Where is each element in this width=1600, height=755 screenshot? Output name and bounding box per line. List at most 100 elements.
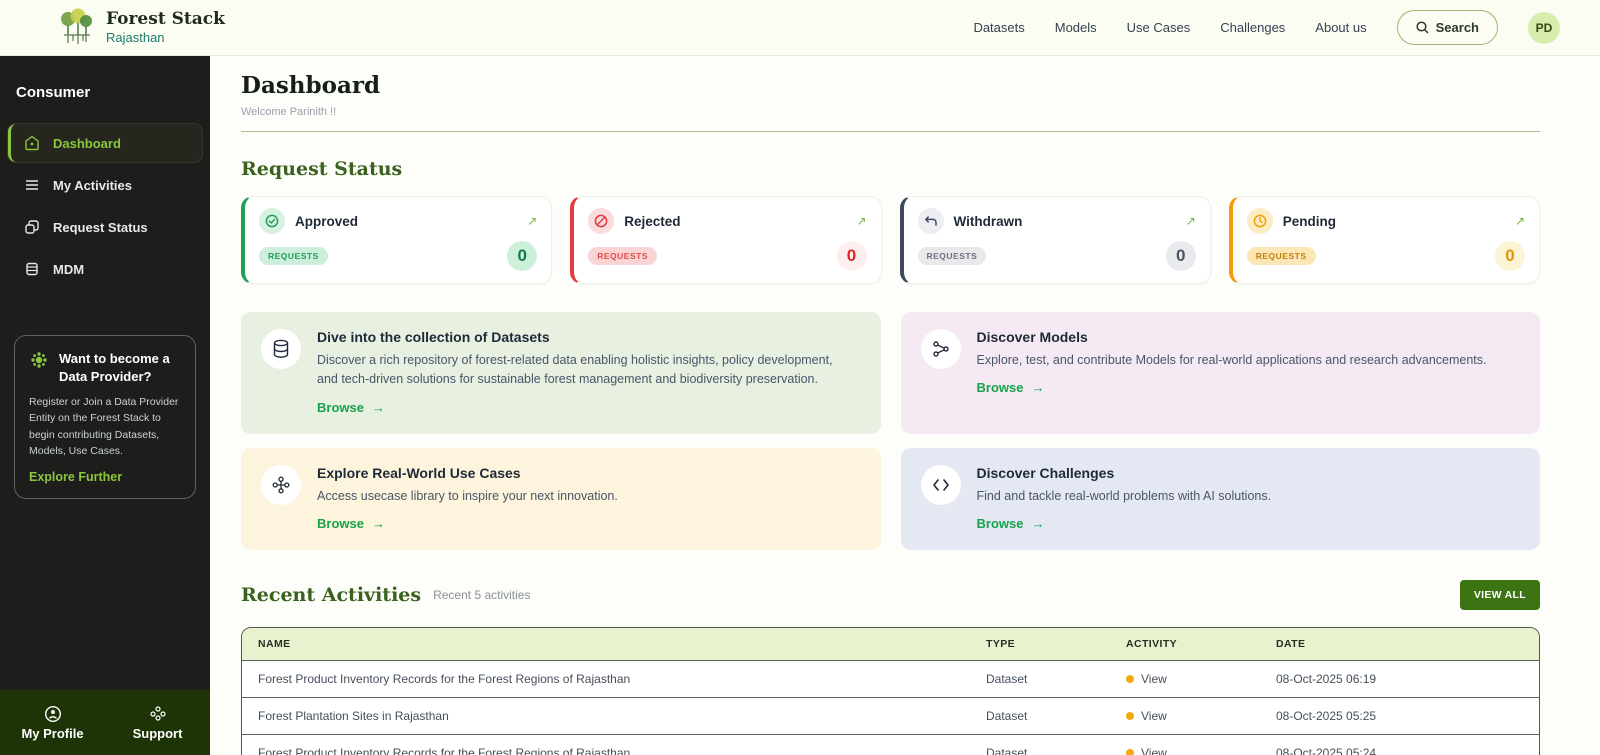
- explore-further-link[interactable]: Explore Further: [29, 470, 181, 484]
- code-brackets-icon: [921, 465, 961, 505]
- withdrawn-undo-icon: [918, 208, 944, 234]
- recent-activities-subheading: Recent 5 activities: [433, 588, 530, 602]
- status-card-rejected[interactable]: Rejected ↗ REQUESTS 0: [570, 196, 881, 284]
- activity-type: Dataset: [986, 735, 1126, 755]
- activity-cell: View: [1126, 735, 1276, 755]
- arrow-right-icon: →: [1031, 516, 1044, 531]
- browse-challenges-link[interactable]: Browse →: [977, 516, 1045, 531]
- my-profile-button[interactable]: My Profile: [0, 690, 105, 755]
- request-count: 0: [1166, 241, 1196, 271]
- requests-badge: REQUESTS: [1247, 247, 1316, 265]
- app-subtitle: Rajasthan: [106, 30, 225, 45]
- status-card-label: Approved: [295, 214, 358, 229]
- table-row[interactable]: Forest Product Inventory Records for the…: [242, 734, 1539, 755]
- activity-date: 08-Oct-2025 05:24: [1276, 735, 1523, 755]
- view-all-button[interactable]: VIEW ALL: [1460, 580, 1540, 610]
- table-row[interactable]: Forest Product Inventory Records for the…: [242, 660, 1539, 697]
- nav-challenges[interactable]: Challenges: [1220, 20, 1285, 35]
- nav-use-cases[interactable]: Use Cases: [1127, 20, 1191, 35]
- page-title: Dashboard: [241, 72, 1540, 99]
- activity-name: Forest Plantation Sites in Rajasthan: [258, 698, 986, 734]
- request-count: 0: [1495, 241, 1525, 271]
- status-card-pending[interactable]: Pending ↗ REQUESTS 0: [1229, 196, 1540, 284]
- activity-date: 08-Oct-2025 05:25: [1276, 698, 1523, 734]
- sidebar-footer: My Profile Support: [0, 690, 210, 755]
- my-profile-label: My Profile: [21, 726, 83, 741]
- sidebar: Consumer Dashboard My Activities Request…: [0, 56, 210, 755]
- datasets-database-icon: [261, 329, 301, 369]
- use-cases-card: Explore Real-World Use Cases Access usec…: [241, 448, 881, 550]
- browse-label: Browse: [977, 516, 1024, 531]
- status-card-approved[interactable]: Approved ↗ REQUESTS 0: [241, 196, 552, 284]
- challenges-card: Discover Challenges Find and tackle real…: [901, 448, 1541, 550]
- arrow-right-icon: →: [1031, 380, 1044, 395]
- search-icon: [1416, 21, 1429, 34]
- column-date: DATE: [1276, 628, 1523, 660]
- open-arrow-icon[interactable]: ↗: [856, 214, 866, 228]
- app-header: Forest Stack Rajasthan Datasets Models U…: [0, 0, 1600, 56]
- nav-datasets[interactable]: Datasets: [973, 20, 1024, 35]
- open-arrow-icon[interactable]: ↗: [527, 214, 537, 228]
- table-header-row: NAME TYPE ACTIVITY DATE: [242, 628, 1539, 660]
- feature-description: Explore, test, and contribute Models for…: [977, 351, 1487, 370]
- provider-card-body: Register or Join a Data Provider Entity …: [29, 394, 181, 459]
- activity-cell: View: [1126, 661, 1276, 697]
- search-label: Search: [1436, 20, 1479, 35]
- sidebar-item-label: MDM: [53, 262, 84, 277]
- status-card-withdrawn[interactable]: Withdrawn ↗ REQUESTS 0: [900, 196, 1211, 284]
- feature-description: Access usecase library to inspire your n…: [317, 487, 618, 506]
- main-content: Dashboard Welcome Parinith !! Request St…: [210, 56, 1600, 755]
- nav-models[interactable]: Models: [1055, 20, 1097, 35]
- sidebar-item-my-activities[interactable]: My Activities: [8, 166, 202, 204]
- requests-badge: REQUESTS: [259, 247, 328, 265]
- activity-status-dot: [1126, 749, 1134, 755]
- feature-title: Dive into the collection of Datasets: [317, 329, 837, 345]
- request-count: 0: [507, 241, 537, 271]
- search-button[interactable]: Search: [1397, 10, 1498, 45]
- sidebar-item-mdm[interactable]: MDM: [8, 250, 202, 288]
- table-row[interactable]: Forest Plantation Sites in Rajasthan Dat…: [242, 697, 1539, 734]
- browse-models-link[interactable]: Browse →: [977, 380, 1045, 395]
- app-title: Forest Stack: [106, 10, 225, 29]
- browse-datasets-link[interactable]: Browse →: [317, 400, 385, 415]
- status-card-label: Withdrawn: [954, 214, 1023, 229]
- nav-about-us[interactable]: About us: [1315, 20, 1366, 35]
- requests-badge: REQUESTS: [918, 247, 987, 265]
- activity-name: Forest Product Inventory Records for the…: [258, 661, 986, 697]
- models-card: Discover Models Explore, test, and contr…: [901, 312, 1541, 434]
- list-icon: [23, 176, 41, 194]
- forest-trees-logo-icon: [56, 7, 96, 49]
- open-arrow-icon[interactable]: ↗: [1186, 214, 1196, 228]
- open-arrow-icon[interactable]: ↗: [1515, 214, 1525, 228]
- activity-type: Dataset: [986, 661, 1126, 697]
- divider: [241, 131, 1540, 132]
- approved-check-icon: [259, 208, 285, 234]
- activity-type: Dataset: [986, 698, 1126, 734]
- feature-title: Explore Real-World Use Cases: [317, 465, 618, 481]
- user-avatar[interactable]: PD: [1528, 12, 1560, 44]
- home-icon: [23, 134, 41, 152]
- pending-clock-icon: [1247, 208, 1273, 234]
- requests-badge: REQUESTS: [588, 247, 657, 265]
- data-provider-card: Want to become a Data Provider? Register…: [14, 335, 196, 499]
- datasets-card: Dive into the collection of Datasets Dis…: [241, 312, 881, 434]
- feature-description: Find and tackle real-world problems with…: [977, 487, 1272, 506]
- sidebar-item-request-status[interactable]: Request Status: [8, 208, 202, 246]
- status-card-label: Pending: [1283, 214, 1336, 229]
- profile-icon: [44, 705, 62, 723]
- logo[interactable]: Forest Stack Rajasthan: [56, 7, 225, 49]
- activity-name: Forest Product Inventory Records for the…: [258, 735, 986, 755]
- support-label: Support: [133, 726, 183, 741]
- provider-card-title: Want to become a Data Provider?: [59, 350, 181, 385]
- column-name: NAME: [258, 628, 986, 660]
- browse-label: Browse: [317, 400, 364, 415]
- column-activity: ACTIVITY: [1126, 628, 1276, 660]
- browse-use-cases-link[interactable]: Browse →: [317, 516, 385, 531]
- arrow-right-icon: →: [372, 516, 385, 531]
- activity-label: View: [1141, 672, 1167, 686]
- sidebar-item-label: Request Status: [53, 220, 148, 235]
- models-network-icon: [921, 329, 961, 369]
- copy-icon: [23, 218, 41, 236]
- support-button[interactable]: Support: [105, 690, 210, 755]
- sidebar-item-dashboard[interactable]: Dashboard: [8, 124, 202, 162]
